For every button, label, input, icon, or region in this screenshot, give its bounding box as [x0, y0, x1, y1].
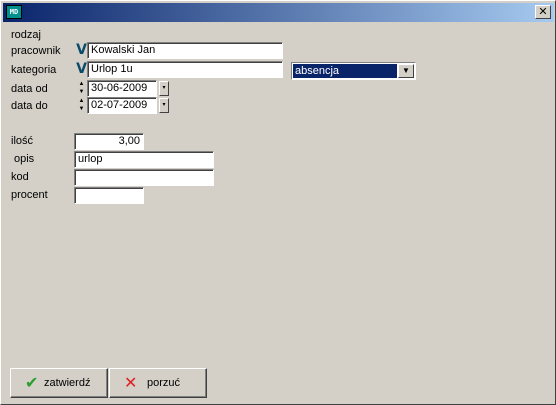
kod-label: kod [11, 171, 29, 183]
procent-field[interactable] [74, 187, 144, 204]
date-from-dropdown-icon[interactable]: ▾ [159, 81, 169, 96]
pracownik-field[interactable]: Kowalski Jan [87, 42, 283, 59]
ilosc-label: ilość [11, 135, 34, 147]
kategoria-field[interactable]: Urlop 1u [87, 61, 283, 78]
ilosc-field[interactable]: 3,00 [74, 133, 144, 150]
cancel-button[interactable]: ✕ porzuć [109, 368, 207, 398]
category-type-select[interactable]: absencja ▼ [291, 62, 416, 80]
confirm-button[interactable]: ✔ zatwierdź [10, 368, 108, 398]
pracownik-label: pracownik [11, 45, 61, 57]
kod-field[interactable] [74, 169, 214, 186]
rodzaj-label: rodzaj [11, 29, 41, 41]
data-do-field[interactable]: 02-07-2009 [87, 97, 157, 114]
data-od-field[interactable]: 30-06-2009 [87, 80, 157, 97]
close-button[interactable]: ✕ [535, 5, 551, 19]
category-type-value: absencja [293, 64, 397, 78]
checkmark-icon: ✔ [25, 373, 39, 392]
cancel-label: porzuć [147, 377, 181, 389]
opis-field[interactable]: urlop [74, 151, 214, 168]
data-do-label: data do [11, 100, 48, 112]
kategoria-label: kategoria [11, 64, 57, 76]
close-x-icon: ✕ [124, 373, 138, 392]
app-icon: MD [6, 5, 22, 19]
chevron-down-icon[interactable]: ▼ [398, 64, 414, 78]
procent-label: procent [11, 189, 48, 201]
opis-label: opis [14, 153, 35, 165]
title-bar[interactable]: MD ✕ [3, 3, 554, 22]
data-od-label: data od [11, 83, 48, 95]
date-to-dropdown-icon[interactable]: ▾ [159, 98, 169, 113]
confirm-label: zatwierdź [44, 377, 91, 389]
